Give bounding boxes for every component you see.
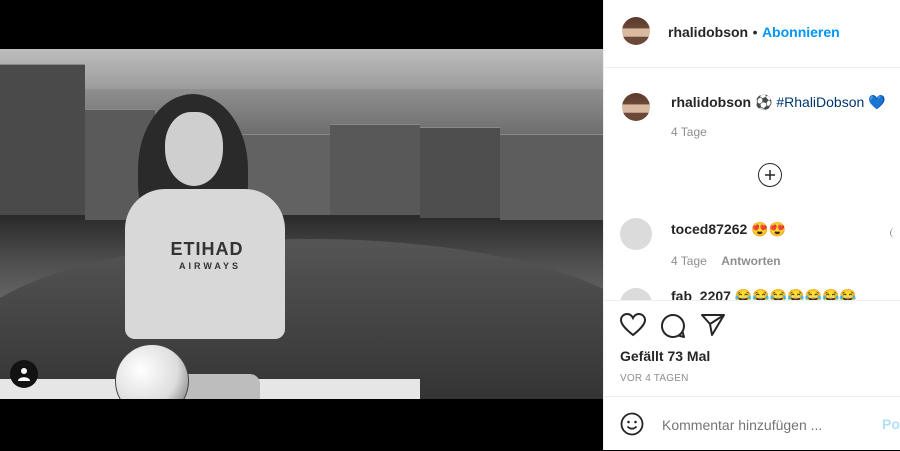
player-figure: ETIHAD AIRWAYS (110, 94, 300, 399)
building (500, 134, 603, 220)
comment-icon[interactable] (660, 313, 686, 344)
post-photo[interactable]: ETIHAD AIRWAYS (0, 49, 603, 399)
jersey-subtext: AIRWAYS (178, 261, 241, 271)
building (0, 64, 85, 215)
tagged-user-icon[interactable] (10, 360, 38, 388)
author-username[interactable]: rhalidobson (668, 24, 748, 40)
comment: toced87262 😍😍 (671, 221, 786, 238)
heart-icon[interactable] (619, 312, 647, 342)
plus-icon (765, 170, 775, 180)
like-comment-icon[interactable] (890, 228, 899, 238)
caption-username[interactable]: rhalidobson (671, 94, 751, 110)
comment-text: 😍😍 (751, 221, 787, 237)
load-more-comments-button[interactable] (758, 163, 782, 187)
follow-button[interactable]: Abonnieren (762, 24, 840, 40)
comment-time[interactable]: 4 Tage (671, 254, 707, 268)
share-icon[interactable] (700, 313, 726, 342)
post-actions: Gefällt 73 Mal VOR 4 TAGEN (604, 300, 900, 396)
caption-time[interactable]: 4 Tage (671, 125, 707, 139)
emoji-icon[interactable] (620, 412, 644, 441)
author-avatar[interactable] (622, 17, 650, 45)
caption-hashtag[interactable]: #RhaliDobson (776, 94, 864, 110)
likes-count[interactable]: Gefällt 73 Mal (620, 348, 710, 364)
comment-partial: fab_2207 😂😂😂😂😂😂😂 (604, 282, 900, 300)
blue-heart-emoji: 💙 (868, 94, 886, 110)
comment-avatar[interactable] (620, 288, 652, 300)
soccer-ball-emoji: ⚽ (755, 94, 773, 110)
comment-input[interactable] (660, 413, 864, 437)
comment-avatar[interactable] (620, 218, 652, 250)
comment-meta: 4 Tage Antworten (671, 252, 781, 270)
jersey-text: ETIHAD (170, 239, 244, 259)
post-date[interactable]: VOR 4 TAGEN (620, 373, 689, 384)
add-comment-bar: Posten (604, 396, 900, 451)
grass-hill (0, 239, 603, 399)
media-viewer: ETIHAD AIRWAYS (0, 0, 603, 450)
comment-username[interactable]: fab_2207 (671, 288, 731, 300)
comment-username[interactable]: toced87262 (671, 221, 747, 237)
caption-avatar[interactable] (622, 93, 650, 121)
reply-button[interactable]: Antworten (721, 254, 780, 268)
comment-text: 😂😂😂😂😂😂😂 (734, 288, 857, 300)
face (165, 112, 223, 186)
separator-dot: • (752, 24, 758, 40)
caption: rhalidobson ⚽ #RhaliDobson 💙 (671, 94, 886, 111)
soccer-ball (115, 344, 189, 399)
post-header: rhalidobson • Abonnieren (604, 0, 900, 68)
post-comment-button[interactable]: Posten (882, 416, 900, 432)
post-side-panel: rhalidobson • Abonnieren rhalidobson ⚽ #… (603, 0, 900, 450)
building (330, 124, 420, 215)
building (420, 127, 500, 218)
